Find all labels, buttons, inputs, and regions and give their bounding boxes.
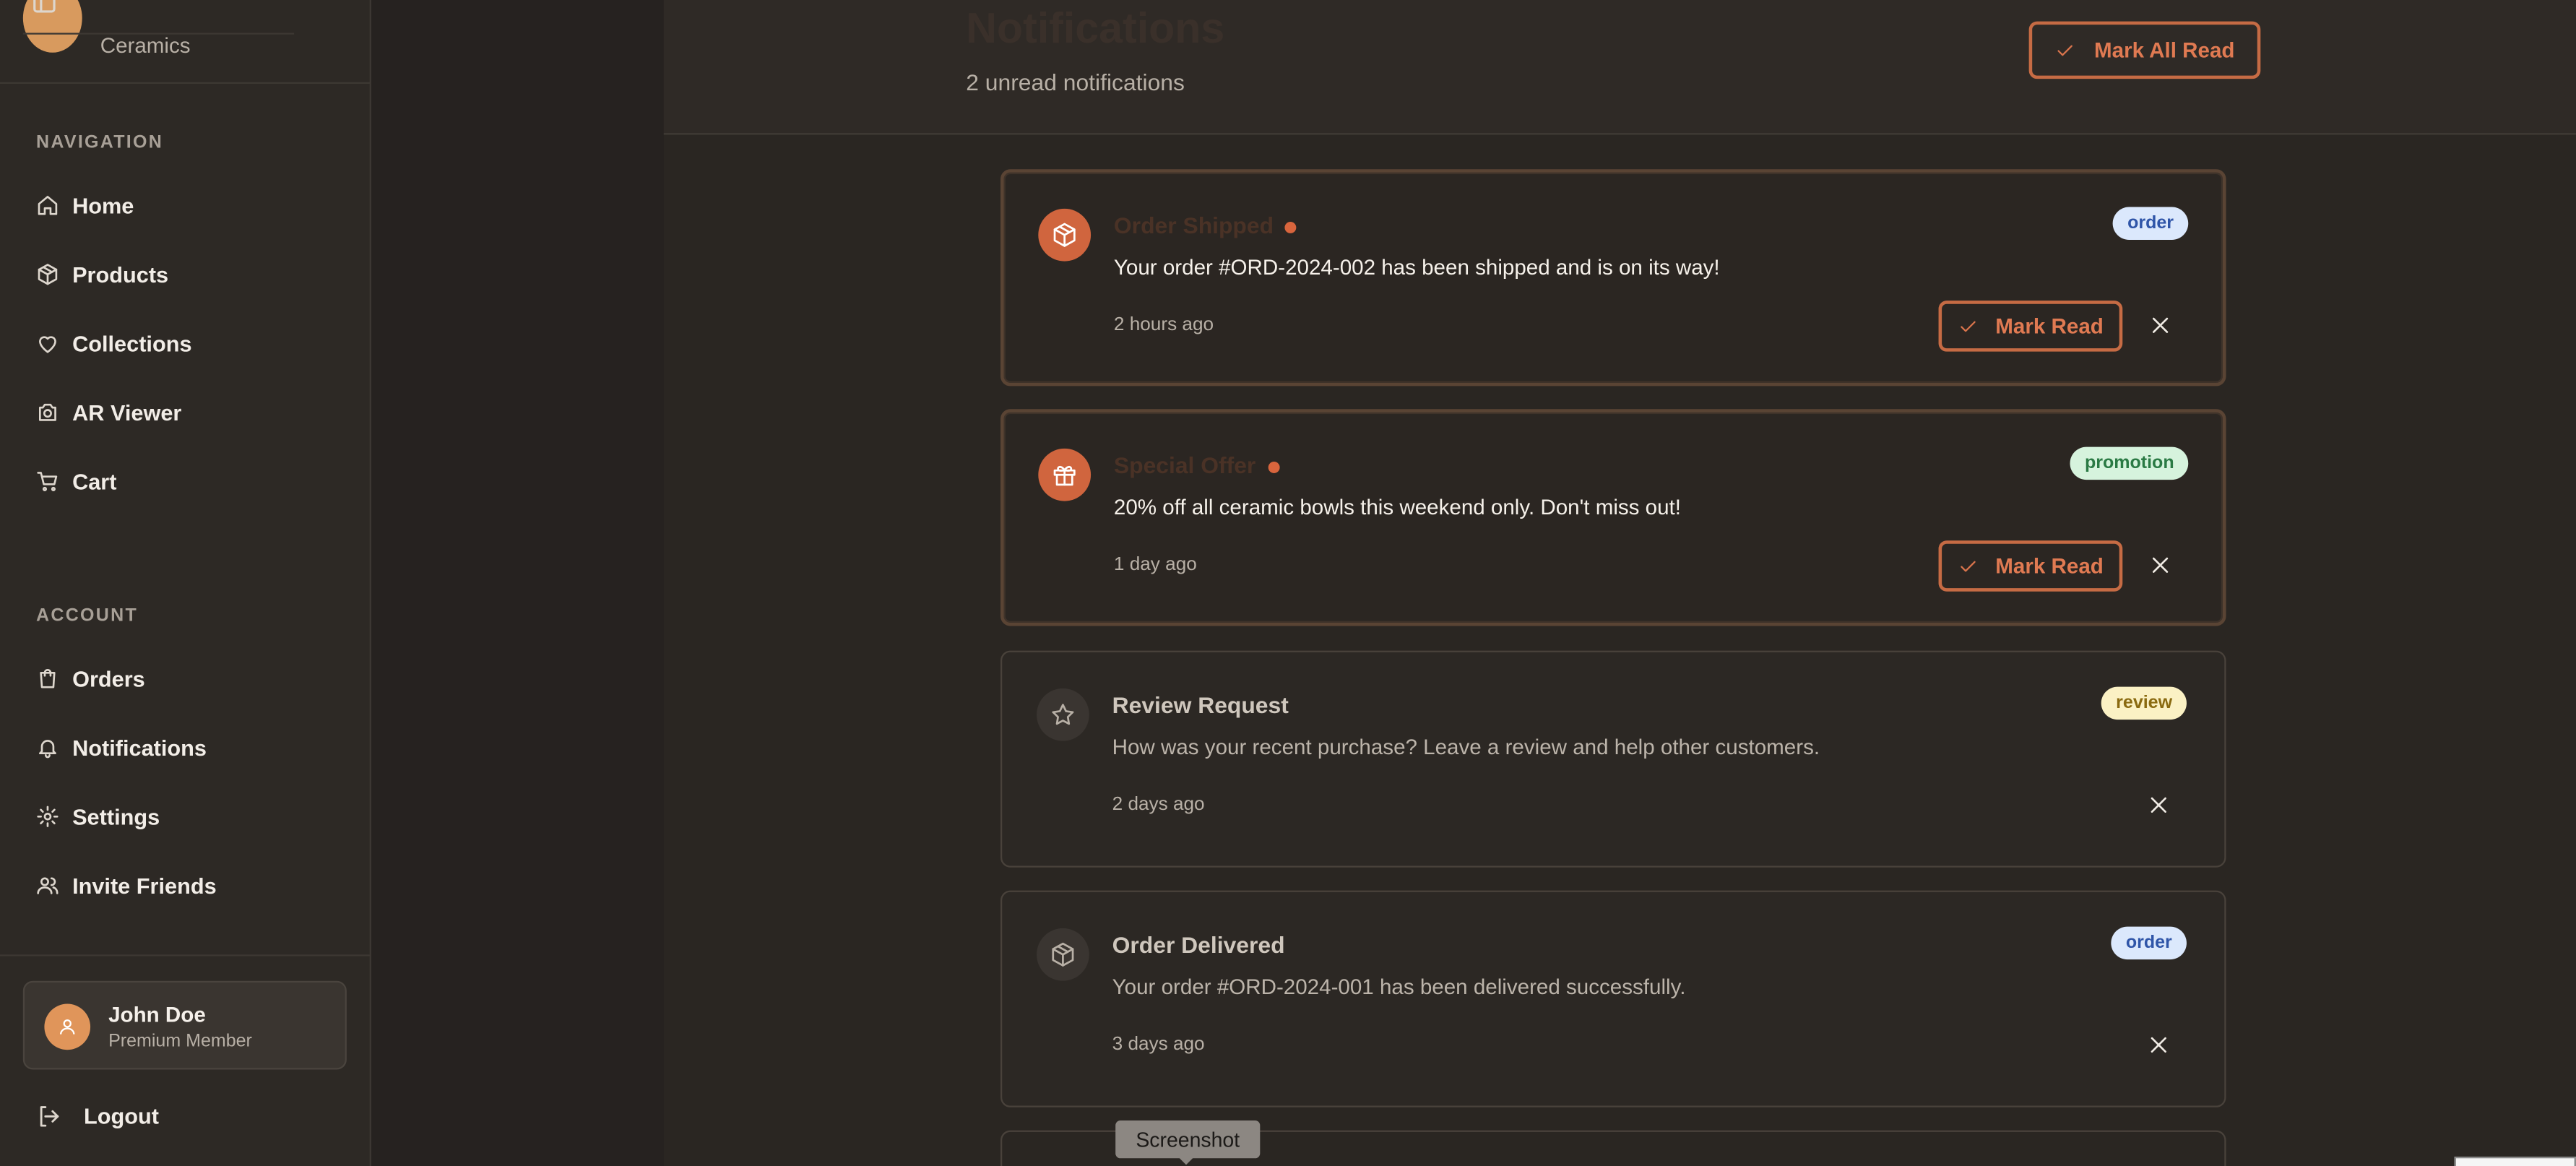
unread-count: 2 unread notifications [966, 69, 1185, 95]
sidebar-item-notifications[interactable]: Notifications [26, 721, 345, 774]
page-header: Notifications 2 unread notifications Mar… [663, 0, 2576, 135]
package-icon [38, 264, 58, 285]
user-icon [60, 1019, 75, 1035]
mark-read-button[interactable]: Mark Read [1938, 540, 2123, 592]
page-title: Notifications [966, 3, 1225, 53]
screenshot-tooltip: Screenshot [1115, 1120, 1261, 1159]
tooltip-arrow [1177, 1157, 1195, 1165]
notification-time: 2 days ago [1112, 795, 1205, 816]
notification-time: 3 days ago [1112, 1035, 1205, 1055]
corner-widget [2454, 1157, 2576, 1166]
notification-card[interactable]: Review Request review How was your recen… [1000, 650, 2226, 868]
mark-all-read-button[interactable]: Mark All Read [2028, 21, 2261, 79]
mark-read-button[interactable]: Mark Read [1938, 301, 2123, 352]
notification-time: 1 day ago [1113, 555, 1197, 575]
check-icon [1960, 320, 1975, 332]
sidebar-item-invite-friends[interactable]: Invite Friends [26, 859, 345, 912]
check-icon [1960, 560, 1975, 571]
content-gutter [371, 0, 664, 1166]
user-profile-card[interactable]: John Doe Premium Member [22, 980, 347, 1070]
dismiss-button[interactable] [2147, 1033, 2170, 1056]
sidebar-toggle-icon[interactable] [33, 0, 56, 13]
cart-icon [37, 472, 58, 492]
notification-time: 2 hours ago [1113, 315, 1214, 335]
account-section-label: ACCOUNT [36, 606, 139, 626]
notification-message: Your order #ORD-2024-001 has been delive… [1112, 974, 1686, 999]
notification-title: Order Delivered [1112, 931, 1285, 958]
avatar [44, 1003, 91, 1050]
sidebar-item-settings[interactable]: Settings [26, 790, 345, 843]
sidebar-item-label: Home [72, 193, 134, 218]
close-icon [2152, 317, 2169, 333]
dismiss-button[interactable] [2147, 793, 2170, 816]
logout-button[interactable]: Logout [36, 1094, 159, 1137]
user-membership: Premium Member [108, 1032, 252, 1052]
sidebar-item-label: AR Viewer [72, 400, 182, 425]
close-icon [2151, 1037, 2166, 1053]
notification-message: 20% off all ceramic bowls this weekend o… [1113, 494, 1682, 519]
package-icon [1053, 223, 1076, 247]
notification-card[interactable]: Order Shipped order Your order #ORD-2024… [1000, 169, 2226, 386]
status-badge: order [2111, 926, 2187, 960]
sidebar-item-orders[interactable]: Orders [26, 652, 345, 705]
status-badge: promotion [2070, 446, 2190, 480]
sidebar-item-label: Settings [72, 804, 160, 829]
brand-header: Ceramics [0, 0, 371, 84]
notification-message: How was your recent purchase? Leave a re… [1112, 734, 1820, 759]
status-badge: order [2112, 207, 2189, 241]
mark-all-read-label: Mark All Read [2094, 38, 2235, 63]
sidebar-divider [0, 954, 371, 956]
sidebar-item-ar-viewer[interactable]: AR Viewer [26, 386, 345, 439]
close-icon [2151, 797, 2166, 813]
sidebar-item-cart[interactable]: Cart [26, 455, 345, 508]
sidebar-item-label: Products [72, 262, 169, 287]
users-icon [37, 877, 59, 894]
notification-type-icon [1038, 208, 1092, 262]
camera-icon [39, 403, 56, 421]
notification-type-icon [1037, 688, 1089, 741]
unread-indicator [1268, 462, 1280, 473]
sidebar-item-label: Collections [72, 331, 192, 356]
brand-name: Ceramics [100, 33, 191, 58]
notification-message: Your order #ORD-2024-002 has been shippe… [1113, 254, 1720, 280]
sidebar-item-label: Orders [72, 666, 145, 691]
sidebar-item-products[interactable]: Products [26, 248, 345, 301]
user-name: John Doe [108, 1002, 206, 1027]
sidebar-item-label: Cart [72, 469, 117, 494]
sidebar-item-label: Invite Friends [72, 873, 217, 898]
sidebar-item-collections[interactable]: Collections [26, 317, 345, 370]
bell-icon [39, 740, 56, 759]
notification-type-icon [1037, 928, 1089, 981]
sidebar-item-label: Notifications [72, 735, 207, 760]
logout-label: Logout [83, 1103, 159, 1128]
shopping-bag-icon [40, 669, 56, 688]
star-icon [1052, 704, 1074, 725]
gear-icon [37, 806, 59, 827]
notification-card[interactable]: Special Offer promotion 20% off all cera… [1000, 409, 2226, 626]
dismiss-button[interactable] [2149, 553, 2172, 576]
unread-indicator [1284, 222, 1297, 233]
logout-icon [40, 1105, 59, 1126]
mark-read-label: Mark Read [1995, 314, 2104, 339]
notification-title: Review Request [1112, 691, 1289, 718]
sidebar-item-home[interactable]: Home [26, 179, 345, 232]
notification-title: Special Offer [1113, 452, 1256, 478]
navigation-section-label: NAVIGATION [36, 133, 164, 153]
close-icon [2152, 557, 2169, 573]
app-root: Ceramics NAVIGATION Home Products Collec… [0, 0, 2576, 1166]
sidebar: Ceramics NAVIGATION Home Products Collec… [0, 0, 371, 1166]
home-icon [38, 196, 58, 215]
package-icon [1052, 942, 1074, 967]
notification-type-icon [1038, 448, 1092, 501]
notification-title: Order Shipped [1113, 212, 1274, 238]
notification-card[interactable]: Order Delivered order Your order #ORD-20… [1000, 890, 2226, 1107]
status-badge: review [2101, 686, 2187, 720]
check-icon [2057, 44, 2073, 56]
heart-icon [39, 336, 56, 353]
dismiss-button[interactable] [2149, 314, 2172, 337]
mark-read-label: Mark Read [1995, 553, 2104, 579]
gift-icon [1053, 465, 1076, 486]
